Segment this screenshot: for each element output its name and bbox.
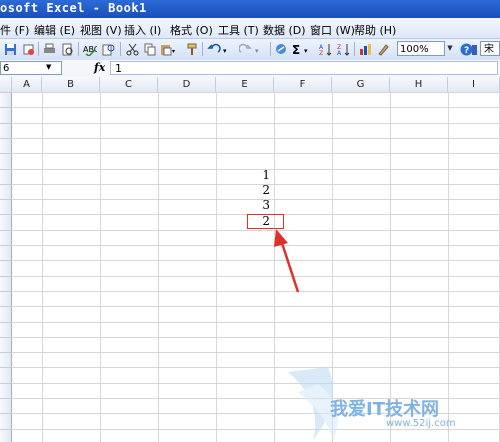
watermark-url: www.52ij.com [386,418,456,429]
